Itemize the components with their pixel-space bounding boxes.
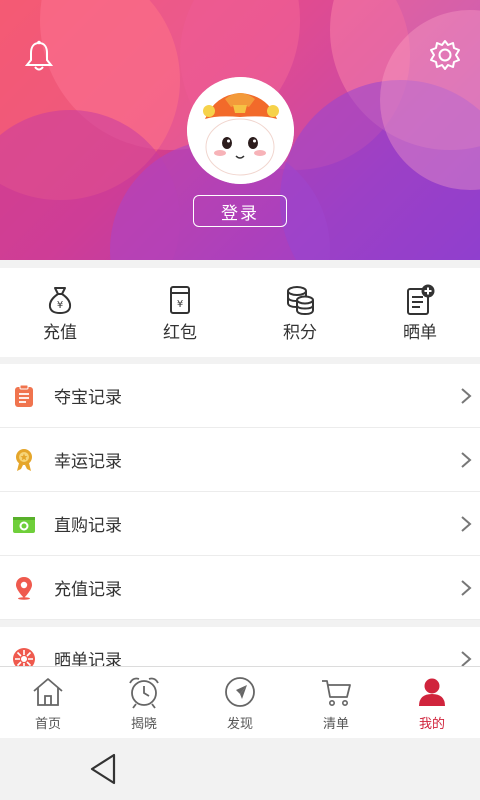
record-item-lucky[interactable]: 幸运记录 xyxy=(0,428,480,492)
clipboard-icon xyxy=(15,384,33,407)
record-item-direct-buy[interactable]: 直购记录 xyxy=(0,492,480,556)
location-pin-icon xyxy=(16,576,32,600)
bottom-tab-bar: 首页 揭晓 发现 清单 我的 xyxy=(0,666,480,738)
tab-label: 首页 xyxy=(34,717,61,732)
bell-icon[interactable] xyxy=(24,40,54,72)
chevron-right-icon xyxy=(461,515,472,532)
system-nav-bar xyxy=(0,738,480,800)
quick-action-label: 充值 xyxy=(43,323,77,343)
red-envelope-icon: ¥ xyxy=(170,286,190,314)
tab-label: 我的 xyxy=(418,717,445,732)
chevron-right-icon xyxy=(461,650,472,667)
profile-header: 登录 xyxy=(0,0,480,260)
quick-action-label: 积分 xyxy=(283,323,317,343)
record-item-treasure[interactable]: 夺宝记录 xyxy=(0,364,480,428)
svg-text:¥: ¥ xyxy=(57,300,63,311)
svg-text:¥: ¥ xyxy=(177,299,183,310)
quick-action-recharge[interactable]: ¥ 充值 xyxy=(0,268,120,357)
chevron-right-icon xyxy=(461,451,472,468)
tab-label: 揭晓 xyxy=(130,717,157,732)
user-icon xyxy=(419,678,445,706)
tab-label: 发现 xyxy=(226,717,253,732)
document-add-icon xyxy=(407,284,435,315)
tab-discover[interactable]: 发现 xyxy=(192,667,288,738)
chevron-right-icon xyxy=(461,579,472,596)
tab-cart[interactable]: 清单 xyxy=(288,667,384,738)
tab-label: 清单 xyxy=(322,717,349,732)
quick-action-share-order[interactable]: 晒单 xyxy=(360,268,480,357)
home-icon xyxy=(33,678,63,706)
quick-action-label: 红包 xyxy=(163,323,197,343)
coins-stack-icon xyxy=(287,286,314,316)
tab-mine[interactable]: 我的 xyxy=(384,667,480,738)
login-button[interactable]: 登录 xyxy=(193,195,287,227)
quick-actions: ¥ 充值 ¥ 红包 积分 晒单 xyxy=(0,268,480,357)
record-label: 夺宝记录 xyxy=(54,388,122,408)
compass-icon xyxy=(225,677,255,707)
cart-icon xyxy=(322,680,351,706)
quick-action-red-envelope[interactable]: ¥ 红包 xyxy=(120,268,240,357)
record-label: 幸运记录 xyxy=(54,452,122,472)
quick-action-points[interactable]: 积分 xyxy=(240,268,360,357)
records-list: 夺宝记录 幸运记录 直购记录 充值记录 晒单记录 xyxy=(0,364,480,691)
medal-icon xyxy=(16,448,32,471)
alarm-clock-icon xyxy=(129,677,159,709)
record-label: 充值记录 xyxy=(54,580,122,600)
record-label: 直购记录 xyxy=(54,516,122,536)
tab-home[interactable]: 首页 xyxy=(0,667,96,738)
quick-action-label: 晒单 xyxy=(403,323,437,343)
camera-icon xyxy=(13,516,35,533)
chevron-right-icon xyxy=(461,387,472,404)
record-item-recharge[interactable]: 充值记录 xyxy=(0,556,480,620)
gear-icon[interactable] xyxy=(428,38,462,72)
back-triangle-icon[interactable] xyxy=(88,752,120,786)
money-bag-icon: ¥ xyxy=(48,287,72,315)
tab-reveal[interactable]: 揭晓 xyxy=(96,667,192,738)
avatar[interactable] xyxy=(187,77,294,184)
